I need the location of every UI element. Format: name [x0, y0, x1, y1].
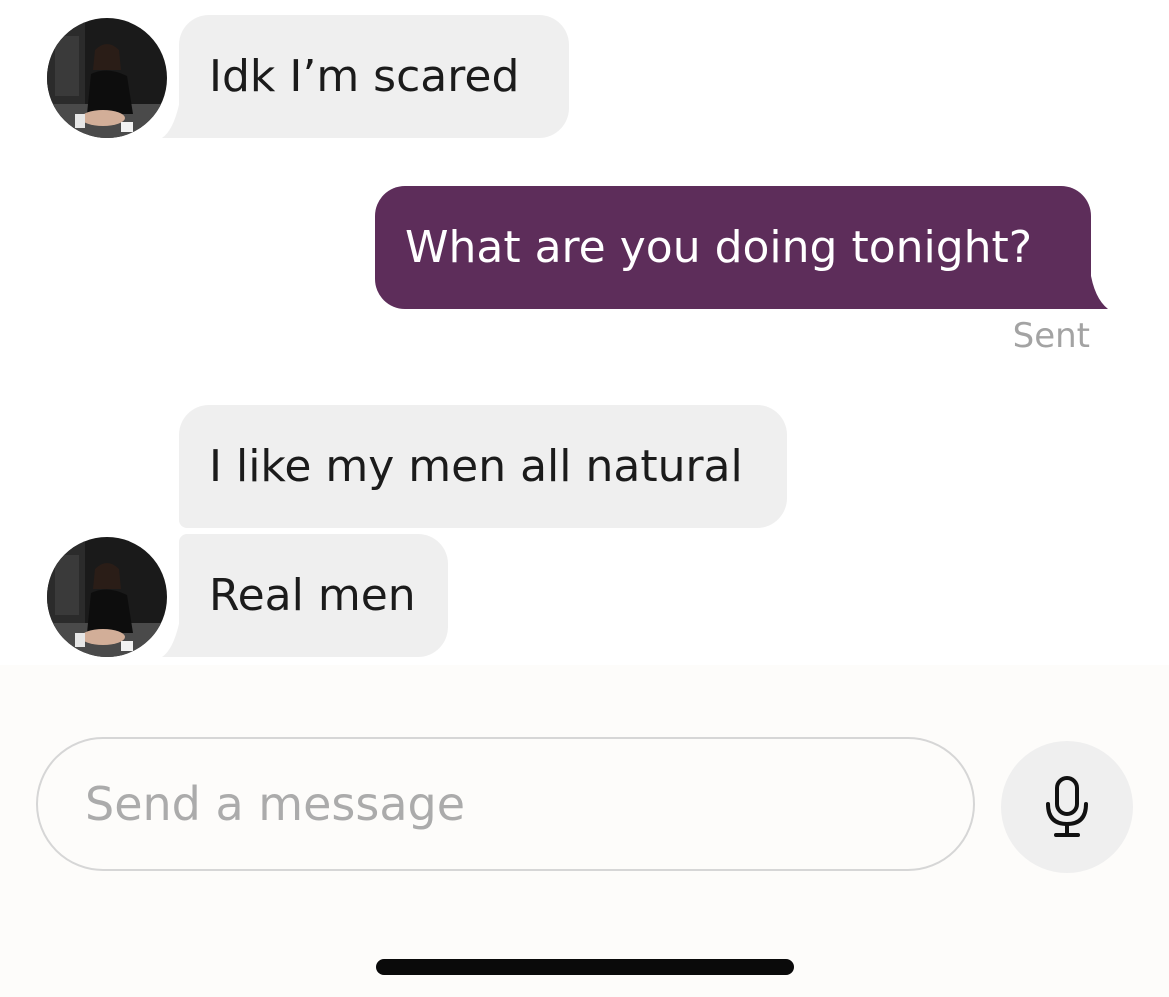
avatar-photo	[47, 537, 167, 657]
message-text: What are you doing tonight?	[405, 221, 1033, 273]
voice-message-button[interactable]	[1001, 741, 1133, 873]
message-input[interactable]	[85, 777, 925, 831]
contact-avatar[interactable]	[47, 18, 167, 138]
avatar-photo	[47, 18, 167, 138]
message-input-container[interactable]	[36, 737, 975, 871]
message-status: Sent	[1012, 316, 1090, 356]
message-text: Real men	[209, 569, 416, 621]
incoming-message-bubble[interactable]: I like my men all natural	[179, 405, 787, 528]
message-text: Idk I’m scared	[209, 50, 520, 102]
incoming-message-bubble[interactable]: Real men	[179, 534, 448, 657]
contact-avatar[interactable]	[47, 537, 167, 657]
microphone-icon	[1046, 776, 1088, 837]
message-thread[interactable]: Idk I’m scared What are you doing tonigh…	[0, 0, 1169, 665]
message-text: I like my men all natural	[209, 440, 743, 492]
incoming-message-bubble[interactable]: Idk I’m scared	[179, 15, 569, 138]
home-indicator[interactable]	[376, 959, 794, 975]
outgoing-message-bubble[interactable]: What are you doing tonight?	[375, 186, 1091, 309]
